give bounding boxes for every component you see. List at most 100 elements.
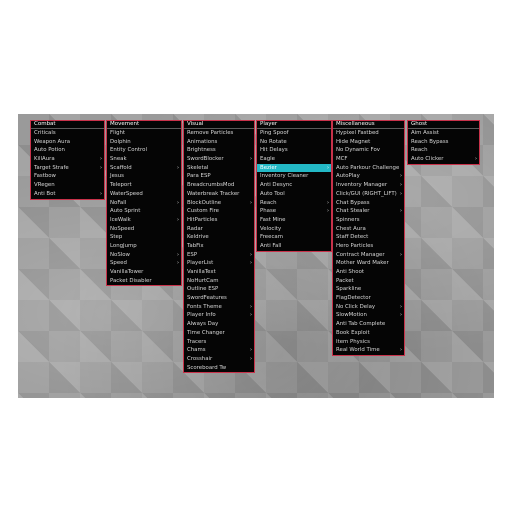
module-criticals[interactable]: Criticals (31, 129, 104, 138)
chevron-right-icon[interactable]: › (100, 155, 102, 164)
module-aim-assist[interactable]: Aim Assist (408, 129, 479, 138)
module-hitparticles[interactable]: HitParticles (184, 216, 254, 225)
module-book-exploit[interactable]: Book Exploit (333, 329, 404, 338)
module-outline-esp[interactable]: Outline ESP (184, 285, 254, 294)
module-no-click-delay[interactable]: No Click Delay › (333, 303, 404, 312)
module-swordfeatures[interactable]: SwordFeatures (184, 294, 254, 303)
module-fonts-theme[interactable]: Fonts Theme › (184, 303, 254, 312)
module-sparkline[interactable]: Sparkline (333, 285, 404, 294)
module-sneak[interactable]: Sneak (107, 155, 181, 164)
module-no-dynamic-fov[interactable]: No Dynamic Fov (333, 146, 404, 155)
module-chat-bypass[interactable]: Chat Bypass (333, 199, 404, 208)
module-esp[interactable]: ESP › (184, 251, 254, 260)
module-auto-tool[interactable]: Auto Tool (257, 190, 331, 199)
chevron-right-icon[interactable]: › (475, 155, 477, 164)
chevron-right-icon[interactable]: › (250, 259, 252, 268)
module-waterspeed[interactable]: WaterSpeed (107, 190, 181, 199)
module-fast-mine[interactable]: Fast Mine (257, 216, 331, 225)
module-hero-particles[interactable]: Hero Particles (333, 242, 404, 251)
module-nofall[interactable]: NoFall › (107, 199, 181, 208)
module-para-esp[interactable]: Para ESP (184, 172, 254, 181)
module-real-world-time[interactable]: Real World Time › (333, 346, 404, 355)
chevron-right-icon[interactable]: › (400, 172, 402, 181)
module-eagle[interactable]: Eagle (257, 155, 331, 164)
module-animations[interactable]: Animations (184, 138, 254, 147)
module-anti-bot[interactable]: Anti Bot › (31, 190, 104, 199)
module-speed[interactable]: Speed › (107, 259, 181, 268)
chevron-right-icon[interactable]: › (100, 164, 102, 173)
module-freecam[interactable]: Freecam (257, 233, 331, 242)
module-auto-clicker[interactable]: Auto Clicker › (408, 155, 479, 164)
module-vanillatext[interactable]: VanillaText (184, 268, 254, 277)
chevron-right-icon[interactable]: › (400, 181, 402, 190)
module-radar[interactable]: Radar (184, 225, 254, 234)
chevron-right-icon[interactable]: › (250, 346, 252, 355)
chevron-right-icon[interactable]: › (177, 164, 179, 173)
module-reach[interactable]: Reach › (257, 199, 331, 208)
module-brightness[interactable]: Brightness (184, 146, 254, 155)
module-flight[interactable]: Flight (107, 129, 181, 138)
module-breadcrumbsmod[interactable]: BreadcrumbsMod (184, 181, 254, 190)
module-anti-desync[interactable]: Anti Desync (257, 181, 331, 190)
module-player-info[interactable]: Player Info › (184, 311, 254, 320)
module-mcf[interactable]: MCF (333, 155, 404, 164)
chevron-right-icon[interactable]: › (327, 164, 329, 173)
chevron-right-icon[interactable]: › (400, 190, 402, 199)
module-hypixel-fastbed[interactable]: Hypixel Fastbed (333, 129, 404, 138)
module-blockoutline[interactable]: BlockOutline › (184, 199, 254, 208)
chevron-right-icon[interactable]: › (400, 251, 402, 260)
module-nohurtcam[interactable]: NoHurtCam (184, 277, 254, 286)
chevron-right-icon[interactable]: › (327, 207, 329, 216)
module-crosshair[interactable]: Crosshair › (184, 355, 254, 364)
module-anti-tab-complete[interactable]: Anti Tab Complete (333, 320, 404, 329)
chevron-right-icon[interactable]: › (400, 311, 402, 320)
module-vanillatower[interactable]: VanillaTower (107, 268, 181, 277)
module-mother-ward-maker[interactable]: Mother Ward Maker (333, 259, 404, 268)
module-inventory-manager[interactable]: Inventory Manager › (333, 181, 404, 190)
module-auto-sprint[interactable]: Auto Sprint (107, 207, 181, 216)
module-chat-stealer[interactable]: Chat Stealer › (333, 207, 404, 216)
chevron-right-icon[interactable]: › (400, 207, 402, 216)
module-item-physics[interactable]: Item Physics (333, 338, 404, 347)
module-anti-fall[interactable]: Anti Fall (257, 242, 331, 251)
chevron-right-icon[interactable]: › (177, 216, 179, 225)
chevron-right-icon[interactable]: › (250, 311, 252, 320)
module-tabfix[interactable]: TabFix (184, 242, 254, 251)
chevron-right-icon[interactable]: › (400, 303, 402, 312)
module-autoplay[interactable]: AutoPlay › (333, 172, 404, 181)
module-contract-manager[interactable]: Contract Manager › (333, 251, 404, 260)
module-entity-control[interactable]: Entity Control (107, 146, 181, 155)
chevron-right-icon[interactable]: › (177, 199, 179, 208)
module-remove-particles[interactable]: Remove Particles (184, 129, 254, 138)
module-icewalk[interactable]: IceWalk › (107, 216, 181, 225)
module-hide-magnet[interactable]: Hide Magnet (333, 138, 404, 147)
module-bezier[interactable]: Bezier › (257, 163, 331, 173)
module-auto-parkour-challenge[interactable]: Auto Parkour Challenge (333, 164, 404, 173)
module-phase[interactable]: Phase › (257, 207, 331, 216)
chevron-right-icon[interactable]: › (177, 259, 179, 268)
module-keldrive[interactable]: Keldrive (184, 233, 254, 242)
module-scaffold[interactable]: Scaffold › (107, 164, 181, 173)
module-no-rotate[interactable]: No Rotate (257, 138, 331, 147)
module-teleport[interactable]: Teleport (107, 181, 181, 190)
module-hit-delays[interactable]: Hit Delays (257, 146, 331, 155)
chevron-right-icon[interactable]: › (250, 155, 252, 164)
module-dolphin[interactable]: Dolphin (107, 138, 181, 147)
module-jesus[interactable]: Jesus (107, 172, 181, 181)
module-inventory-cleaner[interactable]: Inventory Cleaner (257, 172, 331, 181)
module-auto-potion[interactable]: Auto Potion (31, 146, 104, 155)
module-custom-fire[interactable]: Custom Fire (184, 207, 254, 216)
module-fastbow[interactable]: Fastbow (31, 172, 104, 181)
module-ping-spoof[interactable]: Ping Spoof (257, 129, 331, 138)
module-click-gui-right-lift[interactable]: Click/GUI (RIGHT_LIFT) › (333, 190, 404, 199)
module-weapon-aura[interactable]: Weapon Aura (31, 138, 104, 147)
module-scoreboard-tw[interactable]: Scoreboard Tw (184, 364, 254, 373)
module-packet-disabler[interactable]: Packet Disabler (107, 277, 181, 286)
module-spinners[interactable]: Spinners (333, 216, 404, 225)
module-chams[interactable]: Chams › (184, 346, 254, 355)
module-longjump[interactable]: LongJump (107, 242, 181, 251)
module-step[interactable]: Step (107, 233, 181, 242)
module-playerlist[interactable]: PlayerList › (184, 259, 254, 268)
module-chest-aura[interactable]: Chest Aura (333, 225, 404, 234)
module-nospeed[interactable]: NoSpeed (107, 225, 181, 234)
